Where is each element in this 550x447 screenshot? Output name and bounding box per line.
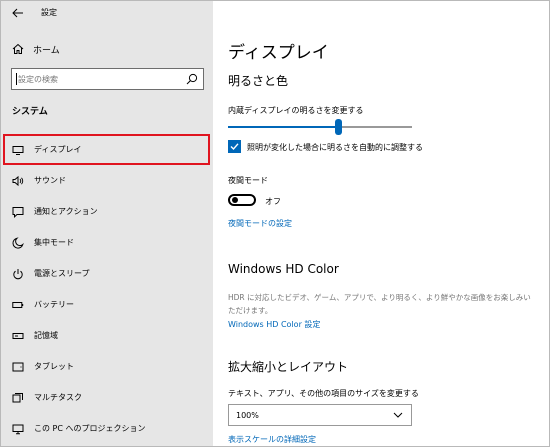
checkmark-icon xyxy=(230,143,239,151)
scale-label: テキスト、アプリ、その他の項目のサイズを変更する xyxy=(228,389,419,398)
main-content: ディスプレイ 明るさと色 内蔵ディスプレイの明るさを変更する 照明が変化した場合… xyxy=(213,1,549,446)
sidebar-item-multitasking[interactable]: マルチタスク xyxy=(1,382,213,413)
sidebar-item-tablet[interactable]: タブレット xyxy=(1,351,213,382)
sidebar-item-notifications[interactable]: 通知とアクション xyxy=(1,196,213,227)
sidebar-item-display[interactable]: ディスプレイ xyxy=(3,134,210,165)
slider-thumb[interactable] xyxy=(335,119,342,135)
sidebar-item-label: ホーム xyxy=(33,45,60,56)
hdr-settings-link[interactable]: Windows HD Color 設定 xyxy=(228,319,320,330)
hdr-description: HDR に対応したビデオ、ゲーム、アプリで、より明るく、より鮮やかな画像をお楽し… xyxy=(228,293,531,315)
advanced-scaling-link[interactable]: 表示スケールの詳細設定 xyxy=(228,434,316,445)
arrow-left-icon xyxy=(12,8,23,18)
sidebar-item-battery[interactable]: バッテリー xyxy=(1,289,213,320)
sidebar-item-projection[interactable]: この PC へのプロジェクション xyxy=(1,413,213,444)
sidebar-item-power[interactable]: 電源とスリープ xyxy=(1,258,213,289)
night-light-state: オフ xyxy=(265,197,281,206)
app-title: 設定 xyxy=(41,8,57,17)
battery-icon xyxy=(11,298,25,312)
sidebar-item-label: この PC へのプロジェクション xyxy=(34,424,146,433)
monitor-icon xyxy=(11,143,25,157)
back-button[interactable] xyxy=(7,4,29,22)
sidebar-item-home[interactable]: ホーム xyxy=(1,37,213,61)
home-icon xyxy=(11,43,25,55)
sidebar-nav: ディスプレイ サウンド 通知とアクション 集中モード 電源とスリープ バッテリー… xyxy=(1,134,213,444)
sidebar: 設定 ホーム システム ディスプレイ xyxy=(1,1,213,446)
sidebar-item-storage[interactable]: 記憶域 xyxy=(1,320,213,351)
night-light-toggle[interactable] xyxy=(228,194,256,206)
sidebar-item-sound[interactable]: サウンド xyxy=(1,165,213,196)
sidebar-item-label: マルチタスク xyxy=(34,393,82,402)
text-caret xyxy=(16,73,17,85)
brightness-heading: 明るさと色 xyxy=(228,74,289,88)
search-icon[interactable] xyxy=(186,73,198,85)
moon-icon xyxy=(11,236,25,250)
sidebar-item-label: 電源とスリープ xyxy=(34,269,90,278)
brightness-slider-label: 内蔵ディスプレイの明るさを変更する xyxy=(228,106,364,115)
chevron-down-icon xyxy=(393,412,403,418)
toggle-knob xyxy=(232,197,238,203)
multitask-icon xyxy=(11,391,25,405)
sidebar-item-label: 通知とアクション xyxy=(34,207,98,216)
sidebar-item-label: タブレット xyxy=(34,362,74,371)
search-input[interactable] xyxy=(12,69,182,89)
sidebar-item-label: 記憶域 xyxy=(34,331,58,340)
settings-window: 設定 ホーム システム ディスプレイ xyxy=(0,0,550,447)
section-label: システム xyxy=(12,107,48,117)
night-light-label: 夜間モード xyxy=(228,176,268,185)
storage-icon xyxy=(11,329,25,343)
page-title: ディスプレイ xyxy=(228,43,329,63)
sidebar-item-label: 集中モード xyxy=(34,238,74,247)
scale-dropdown-value: 100% xyxy=(236,410,259,420)
search-field[interactable] xyxy=(11,68,204,90)
projection-icon xyxy=(11,422,25,436)
slider-fill xyxy=(228,126,338,128)
power-icon xyxy=(11,267,25,281)
sidebar-item-label: ディスプレイ xyxy=(34,145,82,154)
scale-heading: 拡大縮小とレイアウト xyxy=(228,360,349,374)
notification-icon xyxy=(11,205,25,219)
night-light-settings-link[interactable]: 夜間モードの設定 xyxy=(228,218,292,229)
scale-dropdown[interactable]: 100% xyxy=(228,404,412,426)
sidebar-item-focus[interactable]: 集中モード xyxy=(1,227,213,258)
brightness-slider[interactable] xyxy=(228,119,412,135)
sidebar-item-label: サウンド xyxy=(34,176,66,185)
tablet-icon xyxy=(11,360,25,374)
speaker-icon xyxy=(11,174,25,188)
auto-brightness-label: 照明が変化した場合に明るさを自動的に調整する xyxy=(247,143,423,152)
hdr-heading: Windows HD Color xyxy=(228,262,339,276)
sidebar-item-label: バッテリー xyxy=(34,300,74,309)
auto-brightness-checkbox[interactable] xyxy=(228,140,241,153)
